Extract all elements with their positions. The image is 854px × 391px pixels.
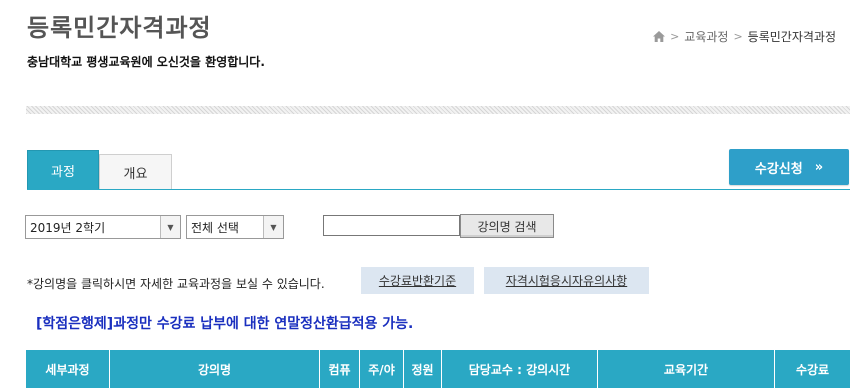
- welcome-message: 충남대학교 평생교육원에 오신것을 환영합니다.: [27, 55, 265, 69]
- page-title: 등록민간자격과정: [27, 14, 212, 42]
- breadcrumb-item-education[interactable]: 교육과정: [684, 28, 728, 45]
- double-chevron-right-icon: »: [814, 159, 824, 175]
- course-table-header: 세부과정 강의명 컴퓨 주/야 정원 담당교수 : 강의시간 교육기간 수강료: [26, 350, 850, 388]
- column-header-fee: 수강료: [795, 362, 830, 377]
- refund-policy-button[interactable]: 수강료반환기준: [361, 267, 474, 294]
- column-header-period: 교육기간: [598, 350, 775, 388]
- apply-button[interactable]: 수강신청 »: [729, 149, 849, 185]
- search-input[interactable]: [323, 215, 460, 236]
- dropdown-arrow-icon[interactable]: ▼: [160, 216, 180, 238]
- column-header-day-night: 주/야: [360, 350, 404, 388]
- column-header-instructor-time: 담당교수 : 강의시간: [442, 350, 598, 388]
- divider-stripe: [26, 106, 850, 114]
- tab-overview[interactable]: 개요: [99, 154, 172, 190]
- search-button[interactable]: 강의명 검색: [460, 214, 554, 238]
- semester-select-value: 2019년 2학기: [30, 220, 106, 235]
- column-header-lecture-name: 강의명: [110, 350, 320, 388]
- breadcrumb-separator: >: [733, 30, 743, 43]
- tab-course[interactable]: 과정: [27, 150, 99, 190]
- breadcrumb: > 교육과정 > 등록민간자격과정: [653, 28, 836, 45]
- category-select-value: 전체 선택: [191, 220, 239, 235]
- dropdown-arrow-icon[interactable]: ▼: [263, 216, 283, 238]
- column-header-subcourse: 세부과정: [26, 350, 110, 388]
- tab-underline: [27, 189, 850, 190]
- exam-notice-button[interactable]: 자격시험응시자유의사항: [484, 267, 649, 294]
- credit-bank-notice: [학점은행제]과정만 수강료 납부에 대한 연말정산환급적용 가능.: [36, 316, 414, 332]
- apply-button-label: 수강신청: [754, 161, 803, 177]
- course-click-notice: *강의명을 클릭하시면 자세한 교육과정을 보실 수 있습니다.: [27, 277, 325, 291]
- home-icon[interactable]: [653, 31, 666, 42]
- category-select[interactable]: 전체 선택 ▼: [186, 215, 284, 239]
- breadcrumb-separator: >: [670, 30, 680, 43]
- breadcrumb-item-current: 등록민간자격과정: [747, 30, 836, 44]
- column-header-capacity: 정원: [404, 350, 442, 388]
- column-header-computer: 컴퓨: [320, 350, 360, 388]
- semester-select[interactable]: 2019년 2학기 ▼: [25, 215, 181, 239]
